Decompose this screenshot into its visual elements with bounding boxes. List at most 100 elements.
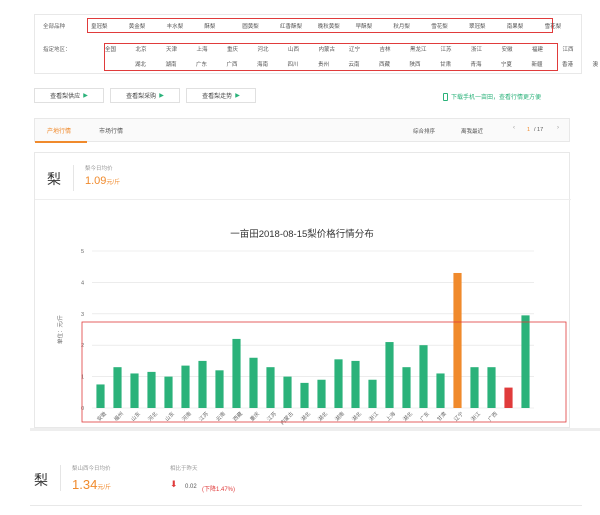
region-item[interactable]: 天津 (166, 45, 177, 53)
x-tick-label: 湖北 (299, 409, 313, 423)
y-axis-label: 单位：元/斤 (56, 314, 64, 344)
sort-option[interactable]: 综合排序 (413, 127, 435, 135)
y-tick-label: 3 (81, 312, 84, 318)
supply-button[interactable]: 查看梨供应 ▶ (34, 88, 104, 103)
footer-avg-label: 梨山西今日均价 (72, 466, 111, 472)
bar (368, 379, 377, 408)
next-page-icon[interactable]: › (557, 125, 559, 131)
region-item[interactable]: 青海 (471, 60, 482, 68)
region-item[interactable]: 北京 (136, 45, 147, 53)
page-total: / 17 (534, 127, 544, 133)
footer-avg-price: 1.34元/斤 (72, 477, 111, 492)
bar (351, 360, 360, 408)
tab-bar: 产地行情 市场行情 综合排序 离我最近 ‹ 1 / 17 › (34, 118, 570, 143)
region-item[interactable]: 云南 (349, 60, 360, 68)
bar (147, 371, 156, 408)
bar (96, 384, 105, 408)
region-item[interactable]: 全国 (105, 45, 116, 53)
download-label: 下载手机一亩田，查看行情更方便 (451, 95, 542, 101)
bar (130, 373, 139, 408)
region-item[interactable]: 湖南 (166, 60, 177, 68)
tab-market[interactable]: 市场行情 (99, 126, 123, 135)
region-item[interactable]: 海南 (257, 60, 268, 68)
purchase-button[interactable]: 查看梨采购 ▶ (110, 88, 180, 103)
trend-button[interactable]: 查看梨走势 ▶ (186, 88, 256, 103)
region-item[interactable]: 江西 (563, 45, 574, 53)
x-tick-label: 湖北 (401, 409, 415, 423)
region-item[interactable]: 四川 (288, 60, 299, 68)
region-item[interactable]: 江苏 (441, 45, 452, 53)
region-item[interactable]: 新疆 (532, 60, 543, 68)
variety-item[interactable]: 红香酥梨 (280, 22, 302, 30)
region-row-2: 湖北 湖南 广东 广西 海南 四川 贵州 云南 西藏 陕西 甘肃 青海 宁夏 新疆 香港 澳 (105, 60, 598, 68)
product-name: 梨 (47, 173, 61, 188)
region-item[interactable]: 上海 (197, 45, 208, 53)
variety-item[interactable]: 丰水梨 (167, 22, 184, 30)
bar (317, 379, 326, 408)
variety-item[interactable]: 早酥梨 (356, 22, 373, 30)
price-distribution-chart: 一亩田2018-08-15梨价格行情分布012345单位：元/斤安徽 福州 山东 河北… (56, 228, 567, 426)
region-item[interactable]: 辽宁 (349, 45, 360, 53)
variety-item[interactable]: 圆黄梨 (242, 22, 259, 30)
region-item[interactable]: 吉林 (380, 45, 391, 53)
x-tick-label: 云南 (214, 410, 227, 423)
region-item[interactable]: 河北 (258, 45, 269, 53)
region-item[interactable]: 香港 (562, 60, 573, 68)
region-item[interactable]: 澳 (593, 60, 599, 68)
phone-icon (443, 92, 448, 101)
region-item[interactable]: 内蒙古 (319, 45, 336, 53)
x-tick-label: 江苏 (265, 410, 278, 423)
download-app-link[interactable]: 下载手机一亩田，查看行情更方便 (443, 92, 541, 101)
bar (232, 338, 241, 408)
region-item[interactable]: 广西 (227, 60, 238, 68)
variety-item[interactable]: 皇冠梨 (91, 22, 108, 30)
region-item[interactable]: 浙江 (471, 45, 482, 53)
y-tick-label: 4 (81, 280, 84, 286)
prev-page-icon[interactable]: ‹ (513, 125, 515, 131)
change-value: 0.02 (185, 484, 197, 490)
trend-label: 查看梨走势 (202, 94, 233, 100)
divider (73, 165, 74, 191)
region-item[interactable]: 重庆 (227, 45, 238, 53)
variety-item[interactable]: 黄金梨 (129, 22, 146, 30)
region-item[interactable]: 黑龙江 (410, 45, 427, 53)
variety-label: 全部品种 (43, 24, 66, 30)
bar (470, 367, 479, 408)
variety-item[interactable]: 晚秋黄梨 (318, 22, 340, 30)
section-separator (30, 428, 600, 431)
variety-item[interactable]: 秋月梨 (393, 22, 410, 30)
x-tick-label: 上海 (384, 410, 397, 423)
bar (300, 382, 309, 408)
region-item[interactable]: 甘肃 (440, 60, 451, 68)
x-tick-label: 湖南 (333, 410, 346, 423)
region-item[interactable]: 福建 (532, 45, 543, 53)
avg-price-value: 1.09 (85, 175, 107, 187)
x-tick-label: 山东 (163, 410, 176, 423)
region-item[interactable]: 宁夏 (501, 60, 512, 68)
footer-price-unit: 元/斤 (97, 485, 111, 491)
triangle-right-icon: ▶ (83, 93, 88, 99)
bar (164, 376, 173, 408)
y-tick-label: 0 (81, 406, 84, 412)
region-item[interactable]: 贵州 (318, 60, 329, 68)
region-item[interactable]: 西藏 (379, 60, 390, 68)
variety-item[interactable]: 酥梨 (204, 22, 215, 30)
region-item[interactable]: 山西 (288, 45, 299, 53)
region-item[interactable]: 陕西 (410, 60, 421, 68)
footer-divider (60, 465, 61, 491)
nearby-option[interactable]: 离我最近 (461, 127, 483, 135)
variety-item[interactable]: 南果梨 (507, 22, 524, 30)
region-item[interactable]: 安徽 (502, 45, 513, 53)
variety-item[interactable]: 雪花梨 (545, 22, 562, 30)
avg-price-label: 梨今日均价 (85, 166, 113, 172)
region-item[interactable]: 广东 (196, 60, 207, 68)
tab-origin[interactable]: 产地行情 (47, 126, 71, 135)
change-detail: (下降1.47%) (202, 487, 236, 493)
footer-product-name: 梨 (34, 474, 48, 489)
bar (436, 373, 445, 408)
variety-item[interactable]: 翠冠梨 (469, 22, 486, 30)
region-label: 指定地区： (43, 47, 71, 53)
variety-item[interactable]: 雪花梨 (431, 22, 448, 30)
region-item[interactable]: 湖北 (135, 60, 146, 68)
x-tick-label: 江苏 (197, 410, 210, 423)
